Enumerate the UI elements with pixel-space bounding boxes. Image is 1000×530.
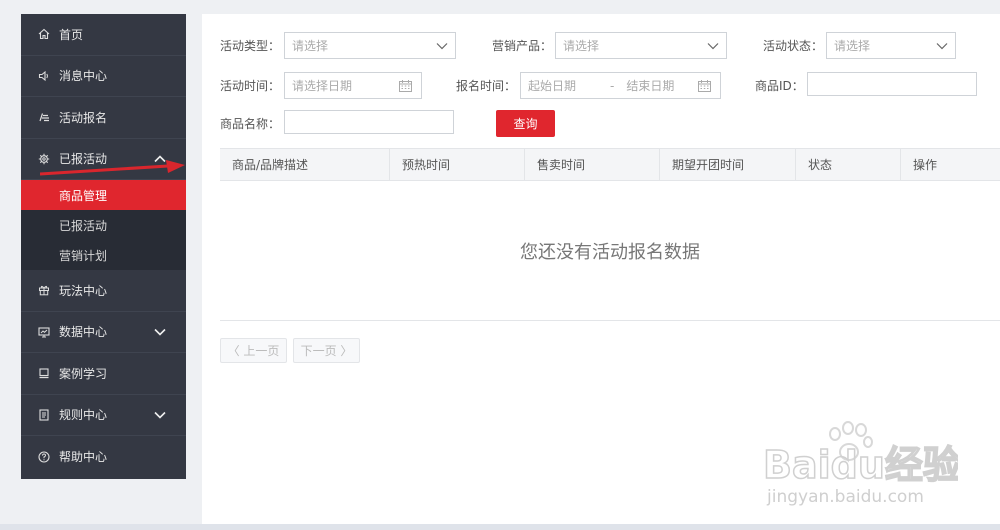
sidebar-item-label: 数据中心	[59, 325, 108, 340]
chevron-down-icon	[436, 43, 448, 50]
query-button[interactable]: 查询	[496, 110, 555, 137]
prev-page-button[interactable]: 〈 上一页	[220, 338, 287, 363]
sidebar-item-label: 首页	[59, 27, 84, 42]
document-icon	[38, 409, 50, 421]
chevron-up-icon	[154, 155, 166, 162]
sidebar-item-home[interactable]: 首页	[21, 14, 186, 56]
column-header-sale-time[interactable]: 售卖时间	[525, 149, 660, 180]
sidebar-item-reported-activities[interactable]: 已报活动	[21, 139, 186, 180]
chevron-down-icon	[154, 411, 166, 419]
sidebar: 首页 消息中心 活动报名 已报活动 商品管理 已报活动 营销计划 玩法中心 数据…	[21, 14, 186, 479]
marketing-product-label: 营销产品：	[492, 39, 553, 53]
date-range-separator: -	[610, 78, 615, 93]
submenu-item-label: 已报活动	[59, 218, 108, 233]
edit-icon	[38, 111, 50, 123]
activity-status-placeholder: 请选择	[834, 39, 871, 53]
signup-end-placeholder: 结束日期	[626, 79, 675, 93]
home-icon	[38, 28, 50, 40]
table-empty-state: 您还没有活动报名数据	[220, 181, 1000, 321]
sidebar-item-help-center[interactable]: 帮助中心	[21, 436, 186, 478]
sidebar-item-rules-center[interactable]: 规则中心	[21, 395, 186, 436]
product-id-input[interactable]	[807, 72, 977, 96]
submenu-item-label: 营销计划	[59, 248, 108, 263]
chevron-down-icon	[936, 43, 948, 50]
sidebar-item-label: 已报活动	[59, 152, 108, 167]
column-header-status[interactable]: 状态	[796, 149, 901, 180]
column-header-expected-group-time[interactable]: 期望开团时间	[660, 149, 796, 180]
marketing-product-select[interactable]: 请选择	[555, 32, 727, 59]
speaker-icon	[38, 70, 50, 82]
column-header-preheat-time[interactable]: 预热时间	[390, 149, 525, 180]
gear-icon	[38, 153, 50, 165]
sidebar-item-data-center[interactable]: 数据中心	[21, 312, 186, 353]
sidebar-item-label: 消息中心	[59, 69, 108, 84]
product-name-input[interactable]	[284, 110, 454, 134]
bottom-strip	[0, 524, 1000, 530]
sidebar-item-label: 玩法中心	[59, 283, 108, 298]
help-icon	[38, 451, 50, 463]
submenu-reported-activities: 商品管理 已报活动 营销计划	[21, 180, 186, 270]
column-header-product[interactable]: 商品/品牌描述	[220, 149, 390, 180]
book-icon	[38, 367, 50, 379]
signup-time-range-picker[interactable]: 起始日期 - 结束日期	[520, 72, 721, 99]
submenu-item-reported-activities[interactable]: 已报活动	[21, 210, 186, 240]
calendar-icon	[399, 80, 412, 92]
sidebar-item-case-study[interactable]: 案例学习	[21, 353, 186, 395]
signup-time-label: 报名时间：	[456, 79, 517, 93]
chevron-down-icon	[707, 43, 719, 50]
activity-type-label: 活动类型：	[220, 39, 281, 53]
sidebar-item-label: 案例学习	[59, 366, 108, 381]
next-page-button[interactable]: 下一页 〉	[293, 338, 360, 363]
column-header-actions[interactable]: 操作	[901, 149, 1000, 180]
chevron-down-icon	[154, 328, 166, 336]
activity-time-label: 活动时间：	[220, 79, 281, 93]
activity-status-select[interactable]: 请选择	[826, 32, 956, 59]
gift-icon	[38, 284, 50, 296]
sidebar-item-gameplay-center[interactable]: 玩法中心	[21, 270, 186, 312]
activity-time-placeholder: 请选择日期	[292, 79, 353, 93]
activity-type-placeholder: 请选择	[292, 39, 329, 53]
signup-start-placeholder: 起始日期	[528, 79, 577, 93]
activity-status-label: 活动状态：	[763, 39, 824, 53]
submenu-item-product-management[interactable]: 商品管理	[21, 180, 186, 210]
sidebar-item-messages[interactable]: 消息中心	[21, 56, 186, 97]
empty-state-text: 您还没有活动报名数据	[520, 241, 700, 263]
product-id-label: 商品ID：	[755, 79, 804, 93]
main-panel: 活动类型： 请选择 营销产品： 请选择 活动状态： 请选择 活动时间： 请选择日…	[202, 14, 1000, 530]
sidebar-item-label: 帮助中心	[59, 450, 108, 465]
submenu-item-label: 商品管理	[59, 188, 108, 203]
monitor-icon	[38, 326, 50, 338]
product-name-label: 商品名称：	[220, 117, 281, 131]
calendar-icon	[698, 80, 711, 92]
sidebar-item-activity-signup[interactable]: 活动报名	[21, 97, 186, 139]
table-header: 商品/品牌描述 预热时间 售卖时间 期望开团时间 状态 操作	[220, 148, 1000, 181]
sidebar-item-label: 规则中心	[59, 408, 108, 423]
sidebar-item-label: 活动报名	[59, 110, 108, 125]
activity-type-select[interactable]: 请选择	[284, 32, 456, 59]
activity-time-datepicker[interactable]: 请选择日期	[284, 72, 422, 99]
submenu-item-marketing-plan[interactable]: 营销计划	[21, 240, 186, 270]
marketing-product-placeholder: 请选择	[563, 39, 600, 53]
